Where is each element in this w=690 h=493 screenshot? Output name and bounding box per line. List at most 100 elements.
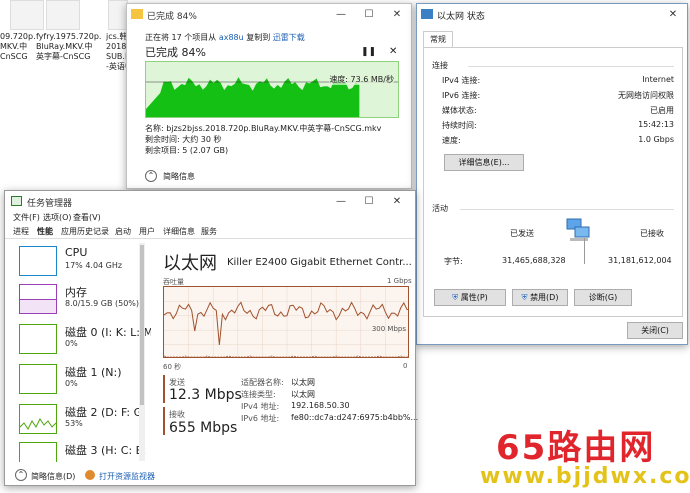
tab-performance[interactable]: 性能 — [37, 226, 53, 237]
perf-item-disk2[interactable]: 磁盘 2 (D: F: G: 53% — [15, 402, 146, 440]
disk-mini-graph — [19, 404, 57, 434]
prop-value: fe80::dc7a:d247:6975:b4bb%... — [291, 413, 419, 422]
tab-processes[interactable]: 进程 — [13, 226, 29, 237]
list-scrollbar[interactable] — [139, 243, 145, 461]
connection-heading: 连接 — [432, 61, 448, 70]
perf-item-memory[interactable]: 内存 8.0/15.9 GB (50%) — [15, 282, 143, 320]
send-value: 12.3 Mbps — [169, 387, 242, 403]
mid-scale-label: 300 Mbps — [371, 325, 406, 333]
perf-item-disk3[interactable]: 磁盘 3 (H: C: E: — [15, 440, 146, 462]
speed-label: 速度: 73.6 MB/秒 — [329, 74, 394, 85]
close-button[interactable]: ✕ — [383, 4, 411, 26]
network-icon — [421, 9, 433, 19]
perf-item-cpu[interactable]: CPU 17% 4.04 GHz — [15, 244, 143, 282]
menu-options[interactable]: 选项(O) — [43, 212, 72, 223]
video-thumbnail-icon — [108, 0, 128, 30]
properties-button[interactable]: ⛨ 属性(P) — [434, 289, 506, 306]
net-titlebar: 以太网 状态 ✕ — [417, 4, 687, 26]
tm-title: 任务管理器 — [27, 199, 73, 209]
performance-list: CPU 17% 4.04 GHz 内存 8.0/15.9 GB (50%) 磁盘… — [5, 240, 151, 462]
less-details-link[interactable]: 简略信息 — [163, 171, 195, 182]
cpu-mini-graph — [19, 246, 57, 276]
tm-titlebar: 任务管理器 — ☐ ✕ — [5, 191, 415, 213]
perf-item-disk0[interactable]: 磁盘 0 (I: K: L: M: 0% — [15, 322, 151, 360]
watermark-url: www.bjjdwx.com — [480, 464, 690, 489]
prop-label: 连接类型: — [241, 390, 276, 399]
time-remaining: 剩余时间: 大约 30 秒 — [145, 135, 222, 144]
ipv4-row: IPv4 连接: Internet — [442, 75, 674, 85]
minimize-button[interactable]: — — [327, 4, 355, 26]
prop-label: 适配器名称: — [241, 378, 284, 387]
task-manager-window: 任务管理器 — ☐ ✕ 文件(F) 选项(O) 查看(V) 进程 性能 应用历史… — [4, 190, 419, 486]
folder-icon — [131, 9, 143, 19]
diagnose-button[interactable]: 诊断(G) — [574, 289, 632, 306]
adapter-name: Killer E2400 Gigabit Ethernet Contr... — [227, 257, 412, 268]
menu-view[interactable]: 查看(V) — [73, 212, 101, 223]
maximize-button[interactable]: ☐ — [355, 191, 383, 213]
tab-users[interactable]: 用户 — [139, 226, 155, 237]
tab-startup[interactable]: 启动 — [115, 226, 131, 237]
max-scale-label: 1 Gbps — [387, 277, 412, 285]
activity-heading: 活动 — [432, 204, 448, 213]
perf-item-disk1[interactable]: 磁盘 1 (N:) 0% — [15, 362, 143, 400]
close-dialog-button[interactable]: 关闭(C) — [627, 322, 683, 339]
copy-speed-area — [146, 77, 360, 117]
disk-mini-graph — [19, 442, 57, 462]
receive-value: 655 Mbps — [169, 420, 238, 436]
details-button[interactable]: 详细信息(E)... — [444, 154, 524, 171]
copy-titlebar: 已完成 84% — ☐ ✕ — [127, 4, 411, 26]
maximize-button[interactable]: ☐ — [355, 4, 383, 26]
destination-link[interactable]: 迅雷下载 — [273, 33, 305, 42]
close-button[interactable]: ✕ — [383, 191, 411, 213]
watermark-main: 65路由网 — [496, 428, 656, 468]
tab-details[interactable]: 详细信息 — [163, 226, 195, 237]
resource-monitor-link[interactable]: 打开资源监视器 — [99, 471, 155, 482]
copy-speed-chart — [146, 77, 398, 117]
desktop-file[interactable]: fyfry.1975.720p. BluRay.MKV.中 英字幕-CnSCG — [36, 0, 106, 70]
general-panel: 连接 IPv4 连接: Internet IPv6 连接: 无网络访问权限 媒体状态… — [423, 47, 683, 317]
minimize-button[interactable]: — — [327, 191, 355, 213]
received-label: 已接收 — [640, 229, 664, 238]
copying-line: 正在将 17 个项目从 ax88u 复制到 迅雷下载 — [145, 33, 305, 42]
file-name: fyfry.1975.720p. BluRay.MKV.中 英字幕-CnSCG — [36, 32, 102, 61]
pause-button[interactable]: ❚❚ — [361, 47, 376, 57]
speed-row: 速度: 1.0 Gbps — [442, 135, 674, 145]
resource-monitor-icon — [85, 470, 95, 480]
tab-services[interactable]: 服务 — [201, 226, 217, 237]
time-axis-left: 60 秒 — [163, 363, 182, 371]
ipv6-row: IPv6 连接: 无网络访问权限 — [442, 91, 674, 100]
disable-button[interactable]: ⛨ 禁用(D) — [512, 289, 568, 306]
close-button[interactable]: ✕ — [659, 4, 687, 26]
send-marker — [163, 375, 165, 403]
chevron-up-icon[interactable]: ⌃ — [145, 170, 157, 182]
shield-icon: ⛨ — [452, 293, 459, 302]
bytes-sent: 31,465,688,328 — [502, 256, 566, 265]
cancel-copy-button[interactable]: ✕ — [389, 46, 397, 57]
disk-mini-graph — [19, 324, 57, 354]
throughput-graph: 300 Mbps — [163, 286, 409, 358]
copy-speed-graph: 速度: 73.6 MB/秒 — [145, 61, 399, 118]
bytes-received: 31,181,612,004 — [608, 256, 672, 265]
prop-value: 以太网 — [291, 390, 315, 399]
tab-general[interactable]: 常规 — [423, 31, 453, 47]
source-link[interactable]: ax88u — [219, 33, 244, 42]
send-throughput-line — [164, 355, 408, 357]
net-title: 以太网 状态 — [437, 12, 485, 22]
items-remaining: 剩余项目: 5 (2.07 GB) — [145, 146, 229, 155]
divider — [584, 238, 585, 264]
progress-heading: 已完成 84% — [145, 46, 206, 59]
video-thumbnail-icon — [46, 0, 80, 30]
network-computers-icon — [564, 216, 590, 241]
adapter-heading: 以太网 — [163, 253, 217, 274]
menu-file[interactable]: 文件(F) — [13, 212, 40, 223]
tab-app-history[interactable]: 应用历史记录 — [61, 226, 109, 237]
divider — [460, 209, 674, 210]
prop-value: 192.168.50.30 — [291, 401, 350, 410]
receive-label: 接收 — [169, 410, 185, 419]
task-manager-icon — [11, 196, 22, 206]
prop-value: 以太网 — [291, 378, 315, 387]
less-details-link[interactable]: 简略信息(D) — [31, 471, 75, 482]
prop-label: IPv4 地址: — [241, 402, 280, 411]
copy-progress-dialog: 已完成 84% — ☐ ✕ 正在将 17 个项目从 ax88u 复制到 迅雷下载… — [126, 3, 412, 189]
chevron-up-icon[interactable]: ⌃ — [15, 469, 27, 481]
